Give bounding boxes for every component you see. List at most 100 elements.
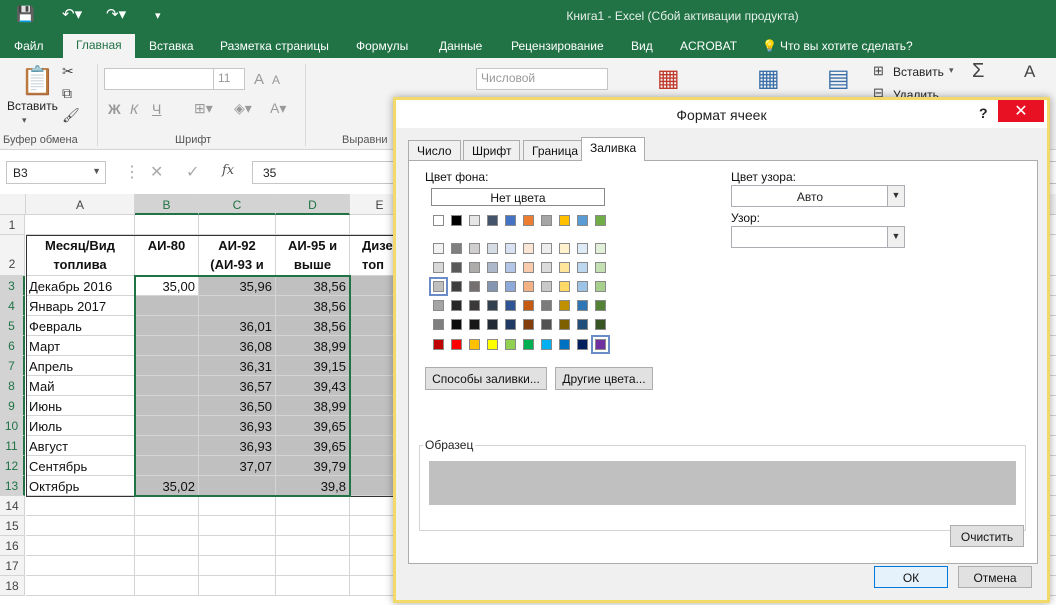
value-cell[interactable]: 35,00 xyxy=(135,276,199,296)
row-header[interactable]: 15 xyxy=(0,516,25,536)
insert-cells-icon[interactable]: ⊞ xyxy=(873,63,884,79)
cell[interactable] xyxy=(26,556,135,576)
row-header[interactable]: 6 xyxy=(0,336,25,356)
paste-icon[interactable]: 📋 xyxy=(20,64,55,97)
row-header[interactable]: 9 xyxy=(0,396,25,416)
color-swatch[interactable] xyxy=(559,319,570,330)
value-cell[interactable] xyxy=(135,356,199,376)
value-cell[interactable]: 38,56 xyxy=(276,276,350,296)
color-swatch[interactable] xyxy=(577,281,588,292)
standard-color-swatch[interactable] xyxy=(523,339,534,350)
month-cell[interactable]: Июль xyxy=(26,416,135,436)
insert-dropdown-icon[interactable]: ▾ xyxy=(949,65,954,76)
header-cell[interactable]: АИ-92 (АИ-93 и т.п.) xyxy=(199,235,276,276)
row-header[interactable]: 8 xyxy=(0,376,25,396)
conditional-formatting-icon[interactable]: ▦ xyxy=(657,64,680,93)
color-swatch[interactable] xyxy=(595,300,606,311)
month-cell[interactable]: Август xyxy=(26,436,135,456)
color-swatch[interactable] xyxy=(541,243,552,254)
cell[interactable] xyxy=(135,516,199,536)
no-color-button[interactable]: Нет цвета xyxy=(431,188,605,206)
row-header[interactable]: 12 xyxy=(0,456,25,476)
paste-dropdown-icon[interactable]: ▾ xyxy=(22,115,27,126)
font-size-box[interactable]: 11 xyxy=(213,68,245,90)
chevron-down-icon[interactable]: ▼ xyxy=(887,186,904,206)
cell[interactable] xyxy=(199,516,276,536)
color-swatch[interactable] xyxy=(559,215,570,226)
fill-color-icon[interactable]: ◈▾ xyxy=(234,100,252,117)
color-swatch[interactable] xyxy=(559,300,570,311)
cell[interactable] xyxy=(199,576,276,596)
header-cell[interactable]: АИ-80 xyxy=(135,235,199,276)
value-cell[interactable]: 36,01 xyxy=(199,316,276,336)
month-cell[interactable]: Май xyxy=(26,376,135,396)
cell[interactable] xyxy=(26,516,135,536)
lightbulb-icon[interactable]: 💡 xyxy=(762,37,777,58)
color-swatch[interactable] xyxy=(577,262,588,273)
standard-color-swatch[interactable] xyxy=(451,339,462,350)
cell-styles-icon[interactable]: ▤ xyxy=(827,64,850,93)
month-cell[interactable]: Октябрь xyxy=(26,476,135,496)
value-cell[interactable]: 36,31 xyxy=(199,356,276,376)
color-swatch[interactable] xyxy=(577,300,588,311)
month-cell[interactable]: Июнь xyxy=(26,396,135,416)
clear-button[interactable]: Очистить xyxy=(950,525,1024,547)
row-header[interactable]: 3 xyxy=(0,276,25,296)
color-swatch[interactable] xyxy=(433,262,444,273)
value-cell[interactable]: 36,93 xyxy=(199,436,276,456)
pattern-color-select[interactable]: Авто ▼ xyxy=(731,185,905,207)
color-swatch[interactable] xyxy=(469,215,480,226)
cell[interactable] xyxy=(199,536,276,556)
font-color-icon[interactable]: A▾ xyxy=(270,100,286,117)
tab-8[interactable]: ACROBAT xyxy=(680,37,737,58)
cell[interactable] xyxy=(26,576,135,596)
name-box[interactable]: B3 ▼ xyxy=(6,161,106,184)
cell[interactable] xyxy=(276,576,350,596)
header-cell[interactable]: Месяц/Вид топлива xyxy=(26,235,135,276)
color-swatch[interactable] xyxy=(595,262,606,273)
color-swatch[interactable] xyxy=(505,281,516,292)
row-header[interactable]: 13 xyxy=(0,476,25,496)
borders-icon[interactable]: ⊞▾ xyxy=(194,100,213,117)
tab-2[interactable]: Вставка xyxy=(149,37,194,58)
value-cell[interactable] xyxy=(199,476,276,496)
number-format-box[interactable]: Числовой xyxy=(476,68,608,90)
month-cell[interactable]: Март xyxy=(26,336,135,356)
tab-3[interactable]: Разметка страницы xyxy=(220,37,329,58)
value-cell[interactable]: 35,96 xyxy=(199,276,276,296)
color-swatch[interactable] xyxy=(505,215,516,226)
cell[interactable] xyxy=(276,556,350,576)
tell-me-search[interactable]: Что вы хотите сделать? xyxy=(780,37,913,58)
cell[interactable] xyxy=(135,556,199,576)
month-cell[interactable]: Сентябрь xyxy=(26,456,135,476)
value-cell[interactable] xyxy=(135,336,199,356)
format-as-table-icon[interactable]: ▦ xyxy=(757,64,780,93)
pattern-style-select[interactable]: ▼ xyxy=(731,226,905,248)
month-cell[interactable]: Январь 2017 xyxy=(26,296,135,316)
row-header[interactable]: 1 xyxy=(0,215,25,235)
color-swatch[interactable] xyxy=(541,215,552,226)
cut-icon[interactable]: ✂ xyxy=(62,63,74,80)
more-colors-button[interactable]: Другие цвета... xyxy=(555,367,653,390)
value-cell[interactable] xyxy=(135,416,199,436)
cell[interactable] xyxy=(26,496,135,516)
bold-button[interactable]: Ж xyxy=(108,101,121,117)
sort-filter-icon[interactable]: A xyxy=(1024,62,1035,82)
cancel-entry-icon[interactable]: ✕ xyxy=(150,162,163,182)
value-cell[interactable]: 35,02 xyxy=(135,476,199,496)
value-cell[interactable]: 37,07 xyxy=(199,456,276,476)
color-swatch[interactable] xyxy=(469,243,480,254)
value-cell[interactable] xyxy=(135,316,199,336)
value-cell[interactable]: 36,50 xyxy=(199,396,276,416)
value-cell[interactable] xyxy=(135,396,199,416)
standard-color-swatch[interactable] xyxy=(577,339,588,350)
value-cell[interactable]: 38,56 xyxy=(276,316,350,336)
value-cell[interactable]: 38,56 xyxy=(276,296,350,316)
color-swatch[interactable] xyxy=(487,243,498,254)
column-header-d[interactable]: D xyxy=(276,194,350,215)
tab-2[interactable]: Граница xyxy=(523,140,588,160)
color-swatch[interactable] xyxy=(433,319,444,330)
color-swatch[interactable] xyxy=(541,262,552,273)
chevron-down-icon[interactable]: ▼ xyxy=(887,227,904,247)
color-swatch[interactable] xyxy=(541,281,552,292)
